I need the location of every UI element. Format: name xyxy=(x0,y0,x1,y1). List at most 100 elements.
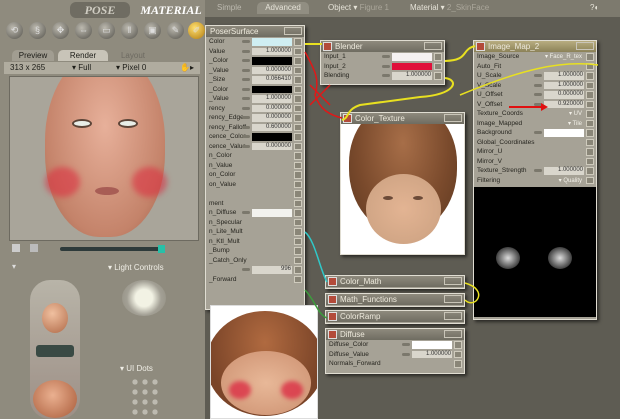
chain-break-icon[interactable]: ǁ xyxy=(121,22,138,39)
param-value-field[interactable]: 996 xyxy=(252,266,292,274)
input-plug[interactable] xyxy=(586,129,594,137)
param-dial[interactable] xyxy=(402,352,410,356)
param-value-field[interactable]: 0.920000 xyxy=(544,100,584,108)
param-value-field[interactable]: 0.000000 xyxy=(252,142,292,150)
input-plug[interactable] xyxy=(586,53,594,61)
input-plug[interactable] xyxy=(294,104,302,112)
param-dial[interactable] xyxy=(534,83,542,87)
color-swatch[interactable] xyxy=(252,209,292,217)
param-value-field[interactable]: 1.000000 xyxy=(252,47,292,55)
param-value-field[interactable]: 0.000000 xyxy=(252,104,292,112)
light-ball[interactable] xyxy=(122,280,166,316)
param-value-field[interactable]: 1.000000 xyxy=(544,167,584,175)
tab-render[interactable]: Render xyxy=(58,50,108,61)
node-header[interactable]: Diffuse xyxy=(326,329,464,340)
input-plug[interactable] xyxy=(586,176,594,184)
input-plug[interactable] xyxy=(294,133,302,141)
node-header[interactable]: Image_Map_2 xyxy=(474,41,596,52)
param-dial[interactable] xyxy=(534,93,542,96)
node-header[interactable]: Color_Texture xyxy=(341,113,464,124)
poser-surface-node[interactable]: PoserSurface Color Value 1.000000 _Color _Va… xyxy=(205,25,305,310)
param-value-field[interactable]: 0.000000 xyxy=(252,66,292,74)
blender-node[interactable]: Blender Input_1 Input_2 Blending 1.000000 xyxy=(320,40,445,85)
param-value-field[interactable]: 1.000000 xyxy=(544,81,584,89)
param-dial[interactable] xyxy=(534,169,542,172)
param-value-field[interactable]: 0.066410 xyxy=(252,76,292,84)
rotate-icon[interactable]: ⟲ xyxy=(6,22,23,39)
render-slider[interactable] xyxy=(60,245,165,253)
node-preview-icon[interactable] xyxy=(328,330,337,339)
input-plug[interactable] xyxy=(586,110,594,118)
param-value-field[interactable]: 1.000000 xyxy=(392,72,432,80)
node-header[interactable]: ColorRamp xyxy=(326,311,464,322)
param-dial[interactable] xyxy=(242,87,250,91)
node-preview-icon[interactable] xyxy=(328,312,337,321)
material-eyedropper-icon[interactable]: ✐ xyxy=(188,22,205,39)
input-plug[interactable] xyxy=(294,275,302,283)
input-plug[interactable] xyxy=(586,148,594,156)
input-plug[interactable] xyxy=(294,199,302,207)
color-swatch[interactable] xyxy=(252,133,292,141)
node-preview-icon[interactable] xyxy=(323,42,332,51)
node-header[interactable]: PoserSurface xyxy=(206,26,304,37)
input-plug[interactable] xyxy=(434,62,442,70)
help-icon[interactable]: ?◐ xyxy=(590,2,599,14)
input-plug[interactable] xyxy=(294,95,302,103)
tab-pose[interactable]: POSE xyxy=(70,2,130,18)
param-dial[interactable] xyxy=(382,74,390,77)
input-plug[interactable] xyxy=(294,209,302,217)
input-plug[interactable] xyxy=(294,76,302,84)
ui-dots-label[interactable]: ▾ UI Dots xyxy=(120,364,153,373)
param-value-field[interactable]: 0.600000 xyxy=(252,123,292,131)
param-dial[interactable] xyxy=(534,74,542,77)
param-value-field[interactable]: 0.000000 xyxy=(544,91,584,99)
color-swatch[interactable] xyxy=(252,57,292,65)
color-texture-node[interactable]: Color_Texture xyxy=(340,112,465,255)
param-value-field[interactable]: 1.000000 xyxy=(252,95,292,103)
param-value-field[interactable]: 1.000000 xyxy=(544,72,584,80)
input-plug[interactable] xyxy=(294,161,302,169)
render-save-icon[interactable] xyxy=(30,244,38,252)
input-plug[interactable] xyxy=(294,152,302,160)
param-dial[interactable] xyxy=(534,131,542,134)
input-plug[interactable] xyxy=(294,237,302,245)
taper-icon[interactable]: ▭ xyxy=(98,22,115,39)
pixel-dropdown[interactable]: ▾ Pixel 0 xyxy=(116,62,146,74)
color-swatch[interactable] xyxy=(544,129,584,137)
input-plug[interactable] xyxy=(454,360,462,368)
body-part-selector[interactable] xyxy=(30,280,80,419)
node-preview-icon[interactable] xyxy=(328,277,337,286)
scale-icon[interactable]: ⇔ xyxy=(75,22,92,39)
render-settings-icon[interactable] xyxy=(12,244,20,252)
param-dial[interactable] xyxy=(242,144,250,148)
node-preview-icon[interactable] xyxy=(343,114,352,123)
input-plug[interactable] xyxy=(586,72,594,80)
param-dial[interactable] xyxy=(242,78,250,81)
input-plug[interactable] xyxy=(586,167,594,175)
input-plug[interactable] xyxy=(294,266,302,274)
translate-icon[interactable]: ✥ xyxy=(52,22,69,39)
body-ball-icon[interactable] xyxy=(33,380,77,418)
input-plug[interactable] xyxy=(586,138,594,146)
twist-icon[interactable]: § xyxy=(29,22,46,39)
param-dial[interactable] xyxy=(242,68,250,72)
input-plug[interactable] xyxy=(294,114,302,122)
input-plug[interactable] xyxy=(294,66,302,74)
input-plug[interactable] xyxy=(294,142,302,150)
color-swatch[interactable] xyxy=(392,53,432,61)
input-plug[interactable] xyxy=(586,100,594,108)
input-plug[interactable] xyxy=(294,47,302,55)
ui-dots-grid[interactable] xyxy=(130,377,160,417)
input-plug[interactable] xyxy=(294,218,302,226)
input-plug[interactable] xyxy=(586,62,594,70)
hand-icon[interactable]: ✋▸ xyxy=(180,62,194,74)
color-swatch[interactable] xyxy=(252,38,292,46)
input-plug[interactable] xyxy=(294,247,302,255)
collapsed-node[interactable]: Color_Math xyxy=(325,275,465,289)
collapse-arrow-icon[interactable]: ▾ xyxy=(12,262,16,271)
color-swatch[interactable] xyxy=(392,62,432,70)
input-plug[interactable] xyxy=(294,38,302,46)
node-preview-icon[interactable] xyxy=(476,42,485,51)
tab-preview[interactable]: Preview xyxy=(12,50,54,61)
input-plug[interactable] xyxy=(294,256,302,264)
